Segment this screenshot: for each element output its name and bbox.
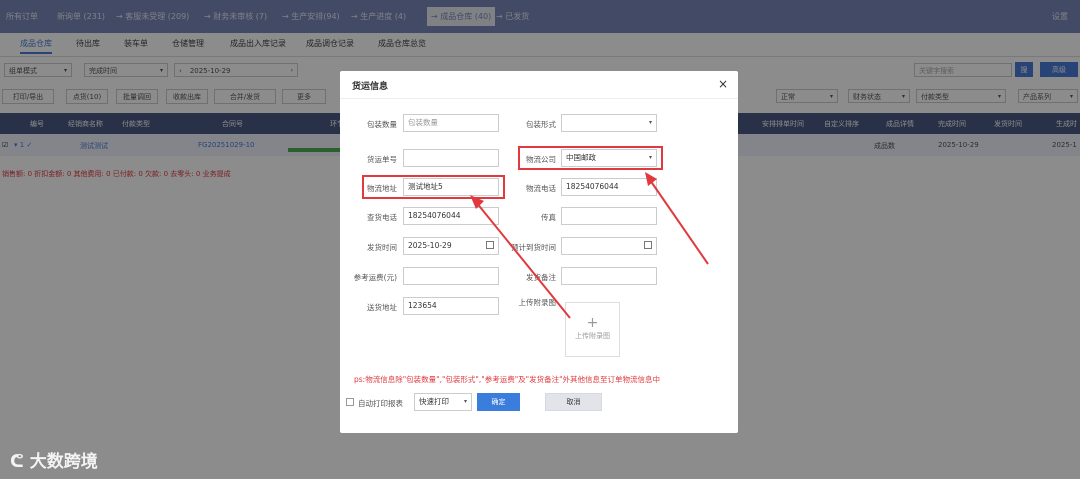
arrow-head-company: [645, 172, 657, 186]
arrow-head-address: [470, 195, 484, 209]
arrow-line-address: [475, 201, 571, 319]
annotation-arrows: [470, 172, 709, 319]
arrow-line-company: [649, 179, 709, 265]
watermark-logo: ᕦ 大数跨境: [10, 452, 98, 472]
